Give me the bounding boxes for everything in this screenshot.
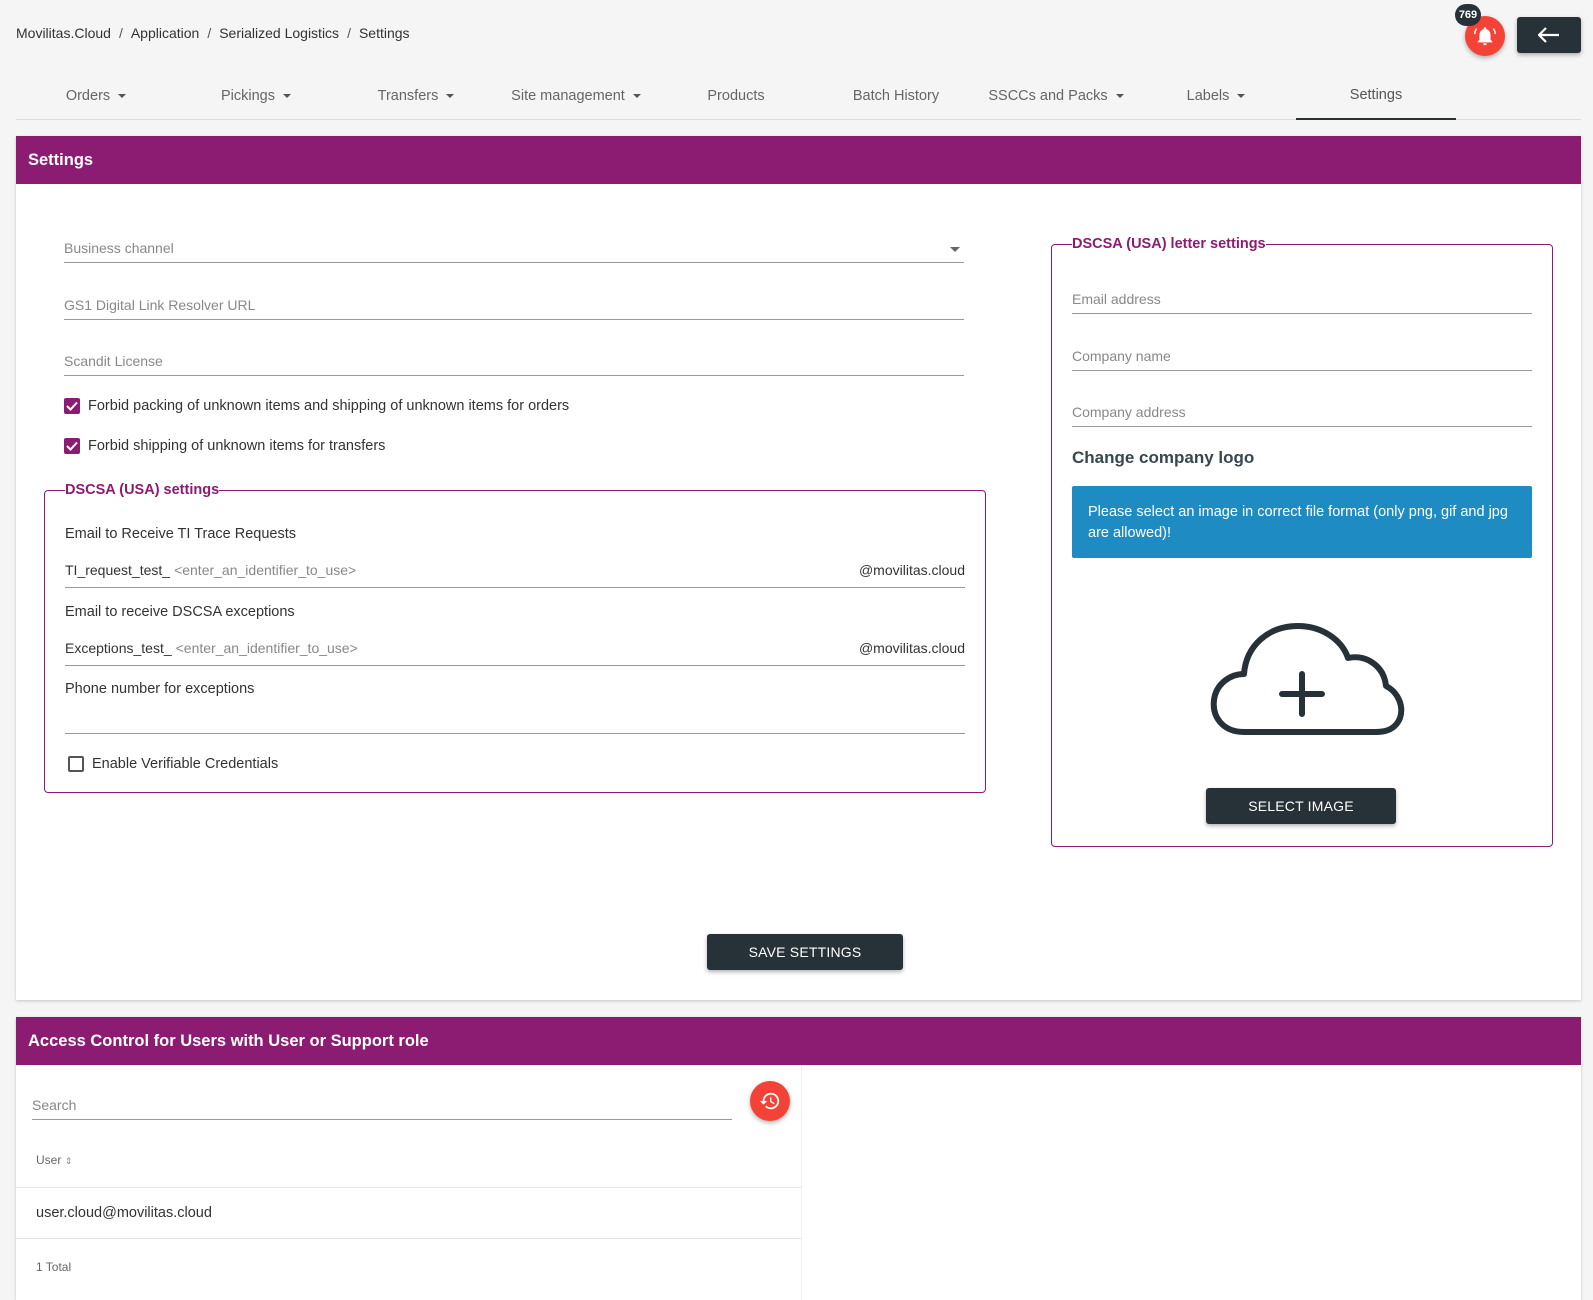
tab-site-management[interactable]: Site management xyxy=(496,72,656,120)
ti-email-input[interactable]: TI_request_test_ <enter_an_identifier_to… xyxy=(65,562,965,588)
gs1-resolver-url-placeholder: GS1 Digital Link Resolver URL xyxy=(64,297,256,313)
caret-down-icon xyxy=(446,94,455,98)
main-tabs: Orders Pickings Transfers Site managemen… xyxy=(16,72,1581,120)
tab-label: Settings xyxy=(1349,87,1403,103)
breadcrumb-separator: / xyxy=(207,25,212,41)
phone-exceptions-input[interactable] xyxy=(65,711,965,734)
sort-icon: ⇕ xyxy=(64,1156,73,1166)
scandit-license-input[interactable]: Scandit License xyxy=(64,353,964,376)
forbid-orders-checkbox-row[interactable]: Forbid packing of unknown items and ship… xyxy=(64,398,569,414)
forbid-orders-label: Forbid packing of unknown items and ship… xyxy=(88,398,570,414)
back-button[interactable] xyxy=(1517,17,1581,53)
tab-label: Transfers xyxy=(377,88,439,104)
tab-pickings[interactable]: Pickings xyxy=(176,72,336,120)
company-name-input[interactable]: Company name xyxy=(1072,348,1532,371)
arrow-left-icon xyxy=(1538,27,1559,43)
upload-dropzone[interactable] xyxy=(1206,606,1406,756)
access-control-card: Access Control for Users with User or Su… xyxy=(16,1017,1581,1300)
caret-down-icon xyxy=(1237,94,1246,98)
dropdown-arrow-icon xyxy=(950,247,960,252)
exceptions-email-domain: @movilitas.cloud xyxy=(858,640,965,656)
company-name-placeholder: Company name xyxy=(1072,348,1171,364)
tab-transfers[interactable]: Transfers xyxy=(336,72,496,120)
tab-label: Pickings xyxy=(221,88,275,104)
tab-label: Labels xyxy=(1186,88,1230,104)
verifiable-credentials-checkbox[interactable] xyxy=(68,756,84,772)
forbid-transfers-checkbox[interactable] xyxy=(64,438,80,454)
user-column-label: User xyxy=(36,1153,62,1167)
access-control-title: Access Control for Users with User or Su… xyxy=(16,1017,1581,1065)
user-search-placeholder: Search xyxy=(32,1097,77,1113)
notification-count-badge: 769 xyxy=(1455,4,1481,26)
table-total: 1 Total xyxy=(36,1260,72,1274)
table-row[interactable]: user.cloud@movilitas.cloud xyxy=(16,1187,802,1239)
bell-icon xyxy=(1474,27,1496,46)
tab-labels[interactable]: Labels xyxy=(1136,72,1296,120)
forbid-transfers-checkbox-row[interactable]: Forbid shipping of unknown items for tra… xyxy=(64,438,385,454)
forbid-orders-checkbox[interactable] xyxy=(64,398,80,414)
select-image-button[interactable]: SELECT IMAGE xyxy=(1206,788,1396,824)
dscsa-letter-settings-legend: DSCSA (USA) letter settings xyxy=(1072,236,1266,252)
business-channel-placeholder: Business channel xyxy=(64,240,174,256)
gs1-resolver-url-input[interactable]: GS1 Digital Link Resolver URL xyxy=(64,297,964,320)
access-control-left-panel: Search User ⇕ user.cloud@movilitas.cloud… xyxy=(16,1065,802,1300)
save-settings-button[interactable]: SAVE SETTINGS xyxy=(707,934,903,970)
breadcrumb-item-application[interactable]: Application xyxy=(131,25,200,41)
exceptions-email-prefix: Exceptions_test_ xyxy=(65,640,172,656)
breadcrumb-item-serialized-logistics[interactable]: Serialized Logistics xyxy=(219,25,339,41)
ti-email-label: Email to Receive TI Trace Requests xyxy=(65,526,297,542)
tab-label: Site management xyxy=(511,88,625,104)
file-format-info: Please select an image in correct file f… xyxy=(1072,486,1532,558)
change-logo-heading: Change company logo xyxy=(1072,448,1255,467)
tab-label: Batch History xyxy=(852,88,940,104)
user-column-header[interactable]: User ⇕ xyxy=(36,1153,72,1167)
dscsa-settings-legend: DSCSA (USA) settings xyxy=(65,482,220,498)
user-search-input[interactable]: Search xyxy=(32,1097,732,1120)
history-icon xyxy=(759,1092,780,1110)
verifiable-credentials-label: Enable Verifiable Credentials xyxy=(92,756,279,772)
tab-settings[interactable]: Settings xyxy=(1296,72,1456,120)
caret-down-icon xyxy=(1115,94,1124,98)
tab-ssccs-and-packs[interactable]: SSCCs and Packs xyxy=(976,72,1136,120)
breadcrumb-separator: / xyxy=(347,25,351,41)
exceptions-email-placeholder: <enter_an_identifier_to_use> xyxy=(175,640,358,656)
caret-down-icon xyxy=(118,94,127,98)
ti-email-prefix: TI_request_test_ xyxy=(65,562,171,578)
tab-orders[interactable]: Orders xyxy=(16,72,176,120)
settings-card: Settings Business channel GS1 Digital Li… xyxy=(16,136,1581,1000)
phone-exceptions-label: Phone number for exceptions xyxy=(65,681,255,697)
letter-email-placeholder: Email address xyxy=(1072,291,1161,307)
caret-down-icon xyxy=(283,94,291,98)
tab-products[interactable]: Products xyxy=(656,72,816,120)
breadcrumb-separator: / xyxy=(118,25,123,41)
business-channel-select[interactable]: Business channel xyxy=(64,240,964,263)
scandit-license-placeholder: Scandit License xyxy=(64,353,163,369)
ti-email-domain: @movilitas.cloud xyxy=(858,562,965,578)
tab-label: Products xyxy=(707,88,765,104)
exceptions-email-label: Email to receive DSCSA exceptions xyxy=(65,604,295,620)
checkmark-icon xyxy=(66,401,78,411)
company-address-input[interactable]: Company address xyxy=(1072,404,1532,427)
tab-label: SSCCs and Packs xyxy=(988,88,1108,104)
checkmark-icon xyxy=(66,441,78,451)
caret-down-icon xyxy=(632,94,641,98)
breadcrumb-item-settings: Settings xyxy=(358,25,410,41)
forbid-transfers-label: Forbid shipping of unknown items for tra… xyxy=(88,438,386,454)
tab-batch-history[interactable]: Batch History xyxy=(816,72,976,120)
ti-email-placeholder: <enter_an_identifier_to_use> xyxy=(174,562,357,578)
settings-card-title: Settings xyxy=(16,136,1581,184)
breadcrumb: Movilitas.Cloud / Application / Serialized L… xyxy=(16,25,410,41)
breadcrumb-item-movilitas-cloud[interactable]: Movilitas.Cloud xyxy=(16,25,111,41)
tab-label: Orders xyxy=(65,88,111,104)
verifiable-credentials-checkbox-row[interactable]: Enable Verifiable Credentials xyxy=(68,756,278,772)
company-address-placeholder: Company address xyxy=(1072,404,1186,420)
letter-email-input[interactable]: Email address xyxy=(1072,291,1532,314)
reset-history-button[interactable] xyxy=(750,1081,790,1121)
cloud-upload-icon xyxy=(1210,623,1405,735)
user-email-cell: user.cloud@movilitas.cloud xyxy=(36,1205,212,1221)
exceptions-email-input[interactable]: Exceptions_test_ <enter_an_identifier_to… xyxy=(65,640,965,666)
